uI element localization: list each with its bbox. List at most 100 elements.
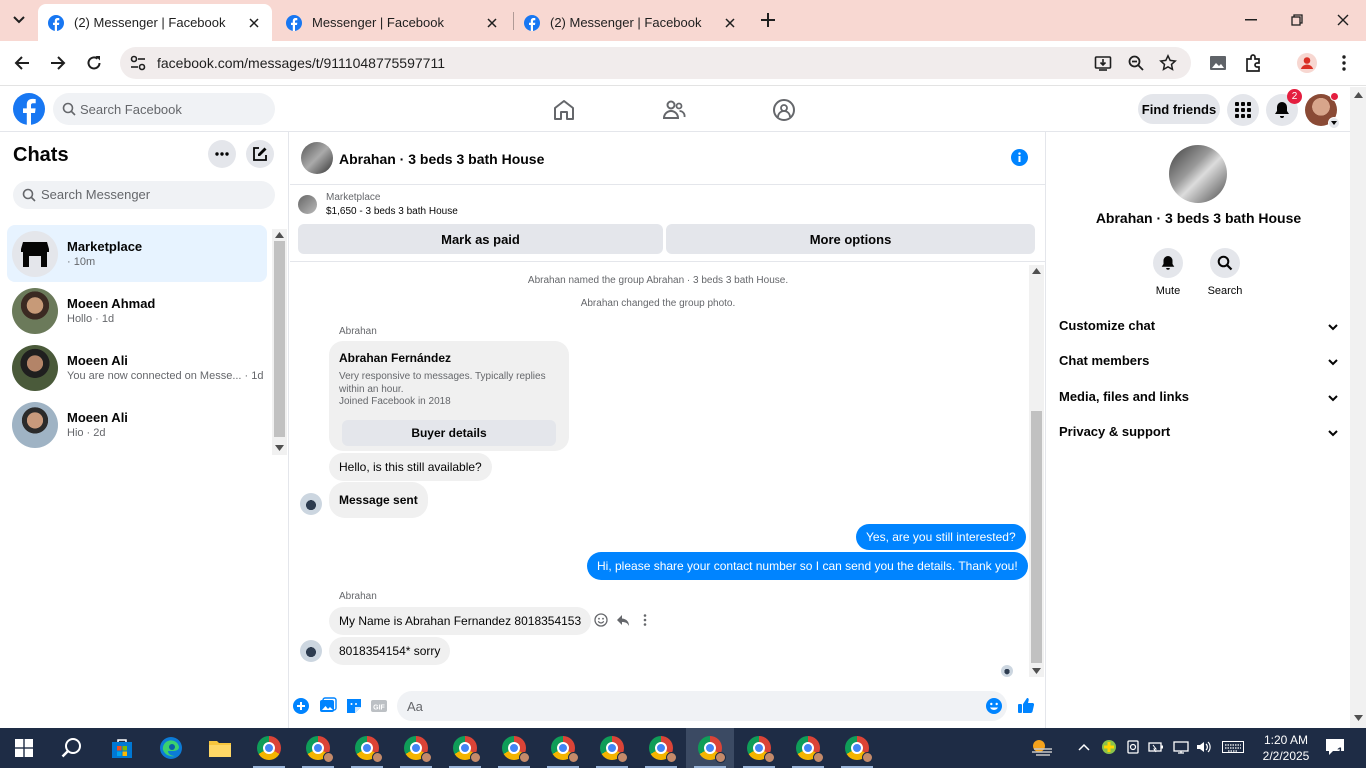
chrome-profile-taskbar-icon[interactable] [392, 728, 440, 768]
back-arrow-icon[interactable] [11, 52, 33, 74]
group-avatar[interactable] [301, 142, 333, 174]
new-tab-plus-icon[interactable] [758, 10, 778, 30]
tab-close-icon[interactable] [484, 15, 500, 31]
mark-as-paid-button[interactable]: Mark as paid [298, 224, 663, 254]
keyboard-icon[interactable] [1222, 738, 1244, 756]
chrome-profile-taskbar-icon[interactable] [637, 728, 685, 768]
page-scrollbar[interactable] [1350, 87, 1366, 728]
chrome-profile-taskbar-icon[interactable] [539, 728, 587, 768]
chrome-active-taskbar-icon[interactable] [686, 728, 734, 768]
messenger-search-input[interactable]: Search Messenger [13, 181, 275, 209]
find-friends-button[interactable]: Find friends [1138, 94, 1220, 124]
address-bar[interactable]: facebook.com/messages/t/9111048775597711 [120, 47, 1191, 79]
system-clock[interactable]: 1:20 AM 2/2/2025 [1256, 732, 1316, 764]
device-icon[interactable] [1124, 738, 1142, 756]
scroll-up-arrow-icon[interactable] [275, 232, 284, 238]
conversation-title[interactable]: Abrahan · 3 beds 3 bath House [339, 151, 544, 167]
reload-icon[interactable] [83, 52, 105, 74]
privacy-support-section[interactable]: Privacy & support [1059, 424, 1339, 444]
chat-members-section[interactable]: Chat members [1059, 353, 1339, 373]
message-bubble[interactable]: 8018354154* sorry [329, 637, 451, 665]
scrollbar-thumb[interactable] [274, 241, 285, 437]
more-options-button[interactable]: More options [666, 224, 1035, 254]
close-window-icon[interactable] [1332, 9, 1354, 31]
friends-icon[interactable] [662, 98, 686, 122]
react-emoji-icon[interactable] [594, 613, 608, 627]
extensions-puzzle-icon[interactable] [1244, 53, 1264, 73]
scroll-down-arrow-icon[interactable] [275, 445, 284, 451]
tab-close-icon[interactable] [722, 15, 738, 31]
info-icon[interactable] [1011, 149, 1028, 166]
new-message-button[interactable] [246, 140, 274, 168]
group-photo[interactable] [1169, 145, 1227, 203]
chrome-taskbar-icon[interactable] [245, 728, 293, 768]
reading-mode-icon[interactable] [1208, 53, 1228, 73]
profile-avatar-icon[interactable] [1297, 53, 1317, 73]
facebook-search-input[interactable]: Search Facebook [53, 93, 275, 125]
chrome-profile-taskbar-icon[interactable] [343, 728, 391, 768]
chat-item-moeen-ahmad[interactable]: Moeen Ahmad Hollo · 1d [7, 282, 267, 339]
scroll-up-arrow-icon[interactable] [1032, 268, 1041, 274]
mute-button[interactable]: Mute [1138, 248, 1198, 297]
customize-chat-section[interactable]: Customize chat [1059, 318, 1339, 338]
search-taskbar-icon[interactable] [48, 728, 96, 768]
edge-browser-icon[interactable] [147, 728, 195, 768]
message-bubble-sent[interactable]: Yes, are you still interested? [856, 524, 1026, 550]
store-icon[interactable] [98, 728, 146, 768]
bookmark-star-icon[interactable] [1159, 54, 1177, 72]
minimize-icon[interactable] [1240, 9, 1262, 31]
battery-plug-icon[interactable] [1147, 738, 1165, 756]
media-files-links-section[interactable]: Media, files and links [1059, 389, 1339, 409]
message-bubble[interactable]: Message sent [329, 482, 428, 518]
message-bubble[interactable]: My Name is Abrahan Fernandez 8018354153 [329, 607, 592, 635]
buyer-details-button[interactable]: Buyer details [342, 420, 556, 446]
chat-item-moeen-ali-2[interactable]: Moeen Ali Hio · 2d [7, 396, 267, 453]
message-input[interactable]: Aa [397, 691, 1007, 721]
browser-tab-3[interactable]: (2) Messenger | Facebook [514, 4, 748, 41]
listing-title[interactable]: $1,650 - 3 beds 3 bath House [326, 206, 458, 217]
site-settings-icon[interactable] [129, 54, 147, 72]
chrome-profile-taskbar-icon[interactable] [784, 728, 832, 768]
network-icon[interactable] [1172, 738, 1190, 756]
emoji-icon[interactable] [985, 697, 1003, 715]
message-bubble[interactable]: Hello, is this still available? [329, 453, 492, 481]
conversation-scrollbar[interactable] [1029, 265, 1044, 677]
sender-avatar[interactable] [300, 640, 322, 662]
vpn-shield-icon[interactable] [1100, 738, 1118, 756]
browser-menu-icon[interactable] [1334, 53, 1354, 73]
like-thumbs-up-icon[interactable] [1017, 696, 1035, 714]
start-windows-icon[interactable] [0, 728, 48, 768]
facebook-logo-icon[interactable] [13, 93, 45, 125]
add-plus-icon[interactable] [292, 697, 310, 715]
account-avatar[interactable] [1305, 92, 1340, 129]
photo-icon[interactable] [319, 697, 337, 715]
browser-tab-1[interactable]: (2) Messenger | Facebook [38, 4, 272, 41]
chat-list-scrollbar[interactable] [272, 229, 287, 455]
sender-avatar[interactable] [300, 493, 322, 515]
gif-icon[interactable]: GIF [370, 697, 388, 715]
chrome-profile-taskbar-icon[interactable] [441, 728, 489, 768]
chrome-profile-taskbar-icon[interactable] [735, 728, 783, 768]
chat-item-moeen-ali-1[interactable]: Moeen Ali You are now connected on Messe… [7, 339, 267, 396]
chat-options-button[interactable] [208, 140, 236, 168]
menu-grid-icon[interactable] [1227, 94, 1259, 126]
zoom-icon[interactable] [1127, 54, 1145, 72]
sticker-icon[interactable] [345, 697, 363, 715]
scrollbar-thumb[interactable] [1031, 411, 1042, 663]
scroll-up-arrow-icon[interactable] [1354, 92, 1363, 98]
chrome-profile-taskbar-icon[interactable] [833, 728, 881, 768]
chrome-profile-taskbar-icon[interactable] [588, 728, 636, 768]
scroll-down-arrow-icon[interactable] [1032, 668, 1041, 674]
more-vertical-icon[interactable] [638, 613, 652, 627]
tab-close-icon[interactable] [246, 15, 262, 31]
file-explorer-icon[interactable] [196, 728, 244, 768]
message-bubble-sent[interactable]: Hi, please share your contact number so … [587, 552, 1028, 580]
weather-widget-icon[interactable] [1030, 738, 1054, 756]
forward-arrow-icon[interactable] [47, 52, 69, 74]
scroll-down-arrow-icon[interactable] [1354, 715, 1363, 721]
search-in-conversation-button[interactable]: Search [1195, 248, 1255, 297]
chat-item-marketplace[interactable]: Marketplace · 10m [7, 225, 267, 282]
home-icon[interactable] [552, 98, 576, 122]
groups-icon[interactable] [772, 98, 796, 122]
chrome-profile-taskbar-icon[interactable] [294, 728, 342, 768]
